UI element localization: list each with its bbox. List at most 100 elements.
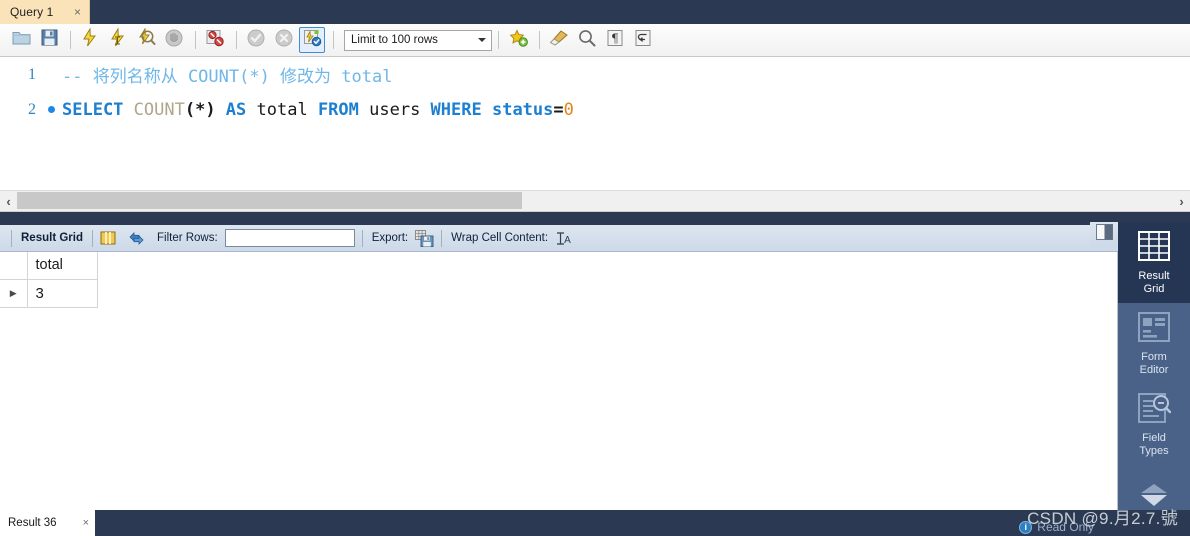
sql-keyword-where: WHERE [430, 99, 492, 120]
scrollbar-track[interactable] [17, 190, 1173, 212]
toolbar-separator [333, 31, 334, 49]
result-grid-icon [1137, 230, 1171, 266]
sql-operator-star: (*) [184, 99, 216, 120]
toolbar-separator [236, 31, 237, 49]
sidebar-item-form-editor[interactable]: Form Editor [1118, 303, 1190, 384]
info-icon: i [1019, 520, 1033, 534]
find-icon [578, 29, 596, 52]
toolbar-separator [539, 31, 540, 49]
bottom-tab-result-36-label: Result 36 [8, 517, 57, 529]
toggle-stop-on-error-icon [206, 29, 225, 52]
code-line-1[interactable]: 1 -- 将列名称从 COUNT(*) 修改为 total [0, 57, 1190, 92]
toggle-wrapping-icon [634, 29, 652, 52]
save-script-button[interactable] [36, 27, 62, 53]
chevron-down-icon[interactable] [478, 38, 486, 42]
toggle-sidebar-button[interactable] [1090, 222, 1118, 247]
refresh-icon[interactable] [128, 231, 145, 246]
sidebar-item-form-editor-label: Form Editor [1139, 351, 1169, 376]
sql-keyword-as: AS [215, 99, 257, 120]
toggle-invisible-chars-icon: ¶ [606, 29, 624, 52]
editor-horizontal-scrollbar[interactable]: ‹ › [0, 190, 1190, 212]
filter-rows-label: Filter Rows: [156, 232, 218, 244]
sql-keyword-select: SELECT [62, 99, 134, 120]
bottom-tab-result-36[interactable]: Result 36 × [0, 510, 95, 536]
rollback-icon [275, 29, 293, 52]
read-only-status: i Read Only [1019, 520, 1094, 534]
beautify-sql-button[interactable] [546, 27, 572, 53]
add-snippet-icon [509, 28, 528, 52]
toolbar-separator [91, 229, 93, 247]
result-grid-toolbar: Result Grid Filter Rows: Export: Wrap Ce… [0, 225, 1190, 252]
sql-operator-equals: = [553, 99, 564, 120]
find-button[interactable] [574, 27, 600, 53]
result-tab-bar: Result 36 × i Read Only CSDN @9.月2.7.號 [0, 509, 1190, 536]
limit-rows-select[interactable]: Limit to 100 rows [344, 29, 492, 51]
close-icon[interactable]: × [83, 517, 89, 529]
sidebar-item-result-grid-label: Result Grid [1138, 270, 1170, 295]
field-types-icon [1137, 392, 1172, 428]
open-script-icon [12, 29, 31, 51]
sql-editor[interactable]: 1 -- 将列名称从 COUNT(*) 修改为 total 2 SELECT C… [0, 57, 1190, 190]
scroll-left-icon[interactable]: ‹ [0, 190, 17, 212]
filter-rows-input[interactable] [224, 229, 355, 247]
sql-function-count: COUNT [133, 99, 185, 120]
scrollbar-thumb[interactable] [17, 192, 522, 209]
close-icon[interactable]: × [72, 6, 83, 18]
save-script-icon [41, 29, 58, 51]
execute-current-statement-icon [109, 27, 127, 52]
chevron-down-icon[interactable] [1141, 495, 1167, 506]
toggle-invisible-chars-button[interactable]: ¶ [602, 27, 628, 53]
autocommit-button[interactable] [299, 27, 325, 53]
sidebar-item-field-types-label: Field Types [1139, 432, 1169, 457]
sidebar-item-field-types[interactable]: Field Types [1118, 384, 1190, 465]
code-line-2[interactable]: 2 SELECT COUNT(*) AS total FROM users WH… [0, 92, 1190, 127]
svg-text:A: A [564, 235, 571, 246]
autocommit-icon [303, 29, 322, 52]
toolbar-separator [195, 31, 196, 49]
statement-marker-icon [47, 106, 55, 113]
line-number: 2 [28, 100, 36, 118]
cell-total[interactable]: 3 [27, 279, 98, 308]
stop-execution-icon [165, 29, 183, 52]
commit-button[interactable] [243, 27, 269, 53]
sql-editor-toolbar: Limit to 100 rows ¶ [0, 24, 1190, 57]
sql-table-users: users [369, 99, 431, 120]
export-label: Export: [371, 232, 409, 244]
result-view-sidebar: Result Grid Form Editor Field Types [1118, 222, 1190, 514]
column-header-total[interactable]: total [27, 252, 98, 280]
explain-query-button[interactable] [133, 27, 159, 53]
toolbar-separator [498, 31, 499, 49]
wrap-cell-icon[interactable]: A [556, 231, 572, 246]
code-line-1-text: -- 将列名称从 COUNT(*) 修改为 total [62, 62, 392, 87]
statement-marker-slot [40, 106, 62, 113]
add-snippet-button[interactable] [505, 27, 531, 53]
wrap-cell-content-label: Wrap Cell Content: [451, 232, 549, 244]
editor-tab-bar: Query 1 × [0, 0, 1190, 24]
form-editor-icon [1137, 311, 1171, 347]
sidebar-item-result-grid[interactable]: Result Grid [1118, 222, 1190, 303]
export-recordset-icon[interactable] [415, 229, 434, 247]
stop-execution-button[interactable] [161, 27, 187, 53]
table-header-row: total [0, 252, 98, 280]
result-grid-area[interactable]: total ▶ 3 [0, 252, 1118, 510]
stop-on-error-button[interactable] [202, 27, 228, 53]
limit-rows-value: Limit to 100 rows [351, 34, 438, 46]
commit-icon [247, 29, 265, 52]
execute-statement-icon [81, 27, 99, 52]
execute-statement-button[interactable] [77, 27, 103, 53]
rollback-button[interactable] [271, 27, 297, 53]
svg-text:¶: ¶ [611, 31, 619, 45]
execute-current-statement-button[interactable] [105, 27, 131, 53]
open-script-button[interactable] [8, 27, 34, 53]
toolbar-separator [11, 229, 12, 247]
scroll-right-icon[interactable]: › [1173, 190, 1190, 212]
grid-columns-icon[interactable] [100, 230, 116, 246]
chevron-up-icon[interactable] [1141, 484, 1167, 493]
row-marker-icon[interactable]: ▶ [0, 279, 28, 308]
table-row[interactable]: ▶ 3 [0, 279, 98, 308]
tab-query-1-label: Query 1 [10, 5, 54, 19]
toggle-wrapping-button[interactable] [630, 27, 656, 53]
tab-query-1[interactable]: Query 1 × [0, 0, 90, 24]
toolbar-separator [361, 229, 363, 247]
select-all-corner[interactable] [0, 252, 28, 280]
